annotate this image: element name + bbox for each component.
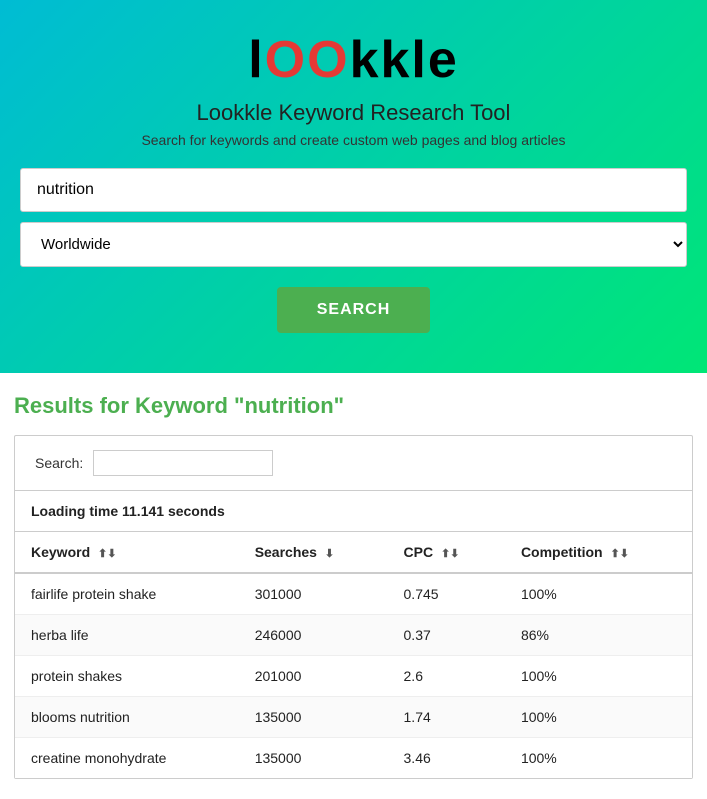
cell-keyword: herba life xyxy=(15,615,239,656)
cell-searches: 135000 xyxy=(239,697,388,738)
logo-o1: O xyxy=(265,31,307,89)
cell-competition: 100% xyxy=(505,656,692,697)
logo: lOOkkle xyxy=(20,30,687,90)
table-filter-input[interactable] xyxy=(93,450,273,476)
cell-competition: 86% xyxy=(505,615,692,656)
logo-kkle: kkle xyxy=(350,31,459,89)
cell-cpc: 0.745 xyxy=(388,573,505,615)
cell-competition: 100% xyxy=(505,697,692,738)
table-row: fairlife protein shake 301000 0.745 100% xyxy=(15,573,692,615)
cell-keyword: protein shakes xyxy=(15,656,239,697)
cell-searches: 201000 xyxy=(239,656,388,697)
table-row: creatine monohydrate 135000 3.46 100% xyxy=(15,738,692,779)
cpc-sort-icon[interactable]: ⬆⬇ xyxy=(441,547,459,560)
searches-sort-icon[interactable]: ⬇ xyxy=(325,547,334,560)
results-table-container: Search: Loading time 11.141 seconds Keyw… xyxy=(14,435,693,779)
cell-keyword: fairlife protein shake xyxy=(15,573,239,615)
cell-searches: 301000 xyxy=(239,573,388,615)
logo-o2: O xyxy=(307,31,349,89)
competition-sort-icon[interactable]: ⬆⬇ xyxy=(610,547,628,560)
results-tbody: fairlife protein shake 301000 0.745 100%… xyxy=(15,573,692,778)
results-title: Results for Keyword "nutrition" xyxy=(14,393,693,419)
col-keyword: Keyword ⬆⬇ xyxy=(15,532,239,573)
table-search-row: Search: xyxy=(15,436,692,491)
header-section: lOOkkle Lookkle Keyword Research Tool Se… xyxy=(0,0,707,373)
cell-keyword: blooms nutrition xyxy=(15,697,239,738)
cell-competition: 100% xyxy=(505,738,692,779)
table-row: protein shakes 201000 2.6 100% xyxy=(15,656,692,697)
cell-cpc: 0.37 xyxy=(388,615,505,656)
cell-searches: 135000 xyxy=(239,738,388,779)
table-search-label: Search: xyxy=(35,455,83,471)
location-select[interactable]: Worldwide United States United Kingdom C… xyxy=(20,222,687,267)
logo-l: l xyxy=(248,31,264,89)
keyword-search-input[interactable] xyxy=(20,168,687,212)
cell-searches: 246000 xyxy=(239,615,388,656)
table-row: herba life 246000 0.37 86% xyxy=(15,615,692,656)
results-table: Keyword ⬆⬇ Searches ⬇ CPC ⬆⬇ Competition… xyxy=(15,532,692,778)
col-searches: Searches ⬇ xyxy=(239,532,388,573)
search-button[interactable]: SEARCH xyxy=(277,287,431,333)
keyword-sort-icon[interactable]: ⬆⬇ xyxy=(98,547,116,560)
cell-cpc: 3.46 xyxy=(388,738,505,779)
loading-time: Loading time 11.141 seconds xyxy=(15,491,692,532)
app-subtitle: Search for keywords and create custom we… xyxy=(20,132,687,148)
col-competition: Competition ⬆⬇ xyxy=(505,532,692,573)
cell-cpc: 2.6 xyxy=(388,656,505,697)
cell-competition: 100% xyxy=(505,573,692,615)
table-header-row: Keyword ⬆⬇ Searches ⬇ CPC ⬆⬇ Competition… xyxy=(15,532,692,573)
results-section: Results for Keyword "nutrition" Search: … xyxy=(0,373,707,799)
col-cpc: CPC ⬆⬇ xyxy=(388,532,505,573)
cell-keyword: creatine monohydrate xyxy=(15,738,239,779)
app-title: Lookkle Keyword Research Tool xyxy=(20,100,687,126)
table-row: blooms nutrition 135000 1.74 100% xyxy=(15,697,692,738)
cell-cpc: 1.74 xyxy=(388,697,505,738)
